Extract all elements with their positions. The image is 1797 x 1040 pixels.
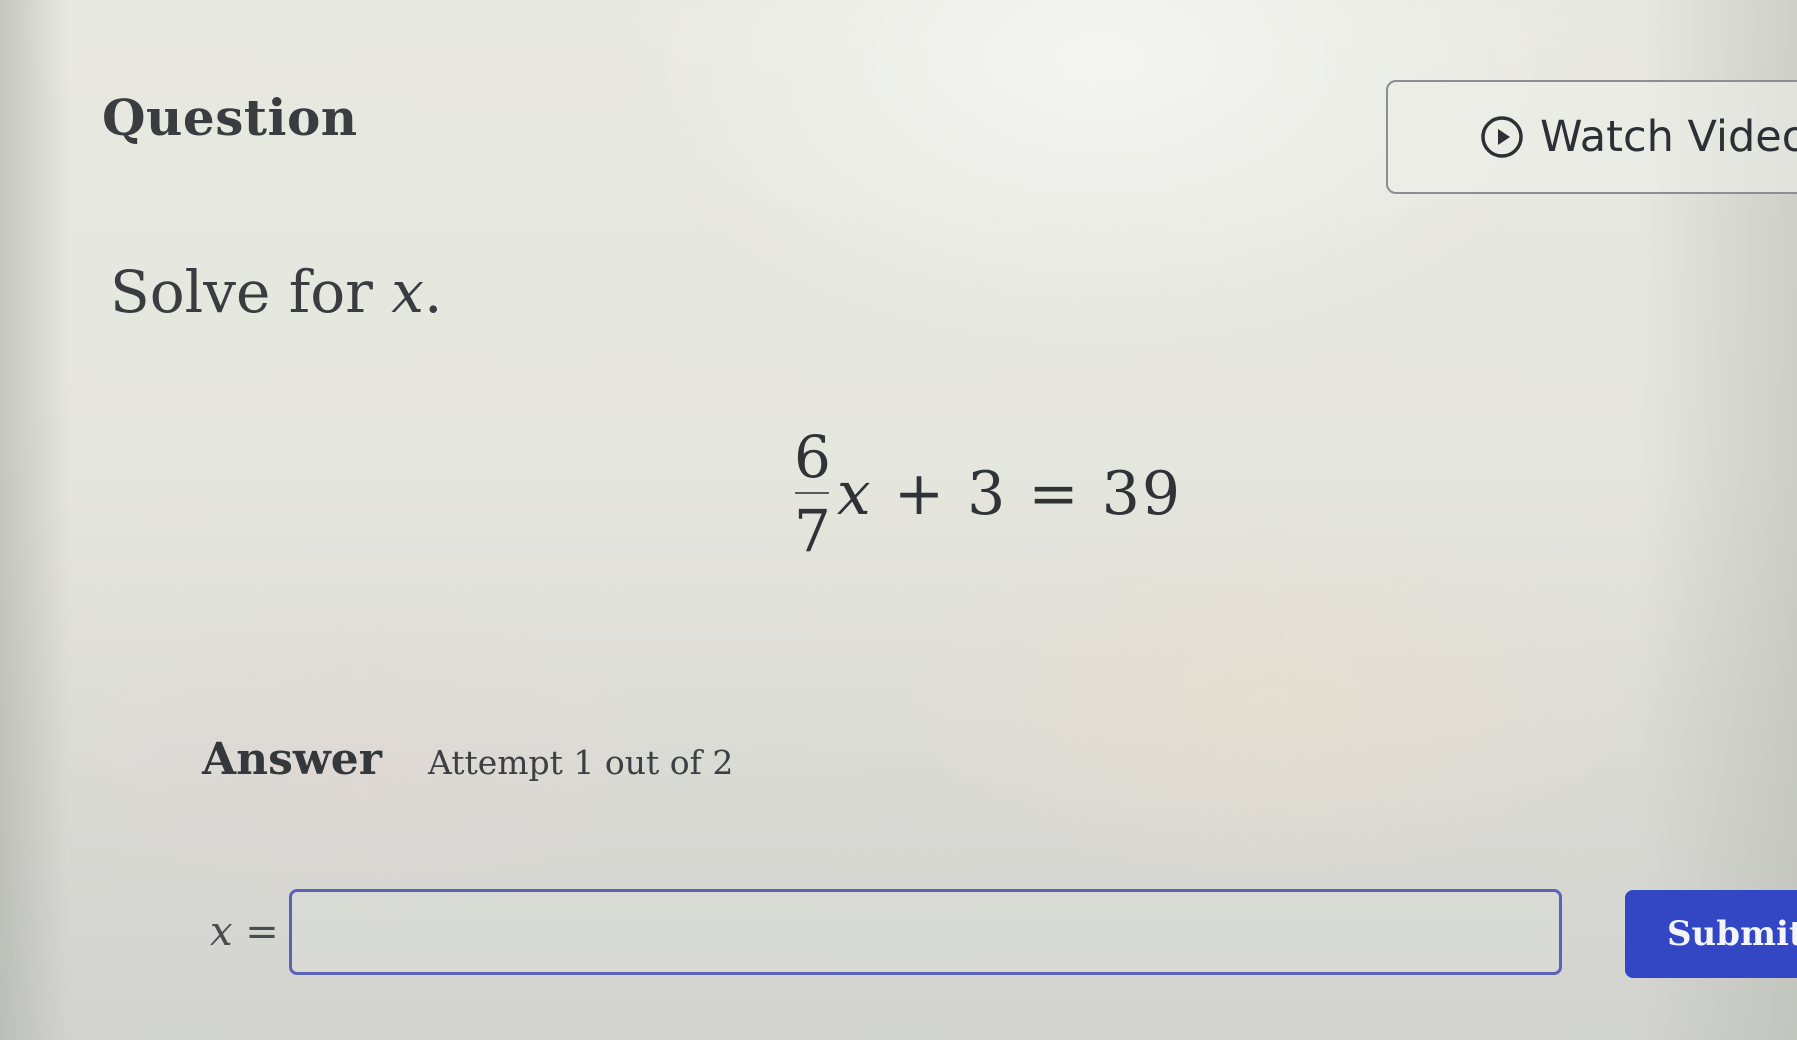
screen-edge-shadow-left [0,0,70,1040]
instruction-text: Solve for [110,258,392,326]
equation: 6 7 x + 3 = 39 [794,428,1182,560]
attempt-counter: Attempt 1 out of 2 [427,743,734,782]
fraction-numerator: 6 [794,423,831,491]
play-circle-icon [1480,115,1524,159]
instruction-variable: x [391,258,424,326]
equation-remainder: + 3 = 39 [872,459,1183,529]
watch-video-button[interactable]: Watch Video [1386,80,1797,194]
answer-input[interactable] [288,889,1562,975]
question-heading: Question [102,88,358,147]
equation-rest: x + 3 = 39 [837,459,1182,529]
fraction-denominator: 7 [794,497,831,565]
watch-video-label: Watch Video [1540,112,1797,162]
answer-header: Answer Attempt 1 out of 2 [202,734,733,785]
answer-label: Answer [202,734,382,785]
instruction-period: . [424,258,443,326]
equation-variable: x [836,459,873,529]
answer-input-row: x = [210,886,1562,978]
input-prefix-label: x = [210,909,279,955]
submit-button[interactable]: Submit [1625,890,1797,978]
problem-instruction: Solve for x. [110,258,442,326]
fraction: 6 7 [794,428,831,560]
